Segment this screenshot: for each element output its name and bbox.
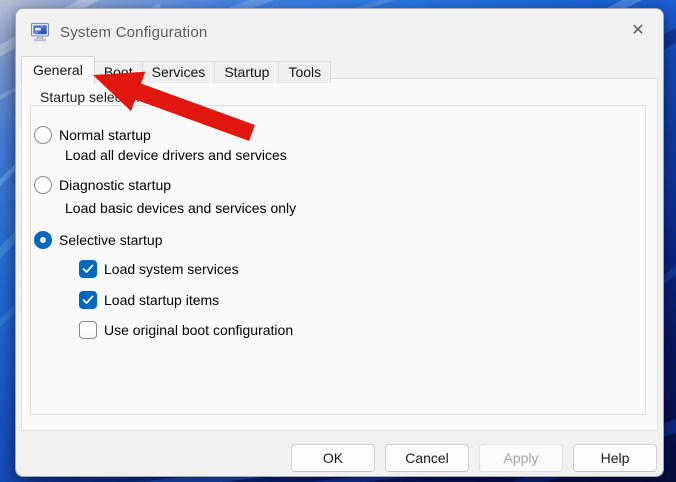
general-tab-page: Startup selection Normal startup Load al… xyxy=(21,78,658,431)
radio-normal-startup[interactable]: Normal startup xyxy=(34,126,151,144)
radio-selective-startup-circle[interactable] xyxy=(34,231,52,249)
checkbox-load-startup-items-label: Load startup items xyxy=(104,292,220,308)
msconfig-app-icon xyxy=(31,23,49,42)
tab-services-label: Services xyxy=(151,64,206,80)
title-bar: System Configuration ✕ xyxy=(16,9,663,55)
checkbox-use-original-boot-configuration-box[interactable] xyxy=(79,321,97,339)
checkbox-load-startup-items[interactable]: Load startup items xyxy=(79,291,219,309)
tab-startup[interactable]: Startup xyxy=(214,61,280,83)
tab-boot[interactable]: Boot xyxy=(93,61,143,83)
tab-general[interactable]: General xyxy=(21,56,95,84)
radio-normal-startup-circle[interactable] xyxy=(34,126,52,144)
checkmark-icon xyxy=(82,295,94,304)
tab-tools[interactable]: Tools xyxy=(278,61,332,83)
checkbox-load-system-services-label: Load system services xyxy=(104,261,239,277)
help-button[interactable]: Help xyxy=(573,444,657,472)
tab-services[interactable]: Services xyxy=(141,61,216,83)
tab-startup-label: Startup xyxy=(224,64,270,80)
checkbox-use-original-boot-configuration-label: Use original boot configuration xyxy=(104,322,294,338)
close-button[interactable]: ✕ xyxy=(620,18,656,44)
tab-strip: General Boot Services Startup Tools xyxy=(21,56,332,84)
normal-startup-description: Load all device drivers and services xyxy=(65,147,287,163)
group-label-startup-selection: Startup selection xyxy=(36,89,149,105)
desktop: System Configuration ✕ General Boot Serv… xyxy=(0,0,676,482)
system-configuration-window: System Configuration ✕ General Boot Serv… xyxy=(15,8,664,477)
tab-general-label: General xyxy=(33,62,83,78)
checkbox-use-original-boot-configuration[interactable]: Use original boot configuration xyxy=(79,321,293,339)
radio-diagnostic-startup-label: Diagnostic startup xyxy=(59,177,172,193)
cancel-button[interactable]: Cancel xyxy=(385,444,469,472)
checkbox-load-system-services[interactable]: Load system services xyxy=(79,260,239,278)
window-title: System Configuration xyxy=(60,23,208,41)
radio-diagnostic-startup[interactable]: Diagnostic startup xyxy=(34,176,171,194)
ok-button[interactable]: OK xyxy=(291,444,375,472)
close-icon: ✕ xyxy=(631,22,645,39)
apply-button[interactable]: Apply xyxy=(479,444,563,472)
radio-normal-startup-label: Normal startup xyxy=(59,127,151,143)
tab-tools-label: Tools xyxy=(288,64,322,80)
radio-selective-startup-label: Selective startup xyxy=(59,232,163,248)
checkbox-load-system-services-box[interactable] xyxy=(79,260,97,278)
radio-diagnostic-startup-circle[interactable] xyxy=(34,176,52,194)
radio-selective-startup[interactable]: Selective startup xyxy=(34,231,163,249)
tab-boot-label: Boot xyxy=(103,64,133,80)
checkmark-icon xyxy=(82,264,94,273)
diagnostic-startup-description: Load basic devices and services only xyxy=(65,200,297,216)
checkbox-load-startup-items-box[interactable] xyxy=(79,291,97,309)
